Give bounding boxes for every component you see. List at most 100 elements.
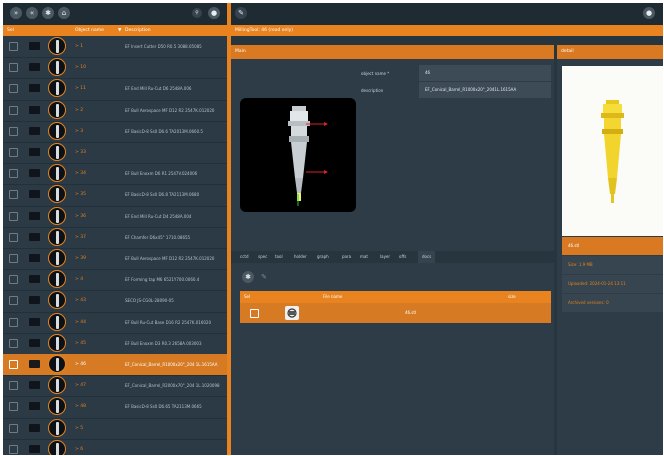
object-name: > 11 [75, 86, 86, 92]
row-checkbox[interactable] [9, 84, 18, 94]
email-icon[interactable] [29, 84, 40, 93]
tab-docs[interactable]: docs [418, 251, 436, 263]
table-row[interactable]: > 46 EF_Conical_Barrel_R1000x20°_204 1L.1… [3, 354, 227, 377]
tab-tool[interactable]: tool [275, 251, 283, 263]
email-icon[interactable] [29, 444, 40, 453]
object-description: EF BasicD-8 Ss0 D6.8 TA2113M.0680 [125, 192, 200, 198]
row-checkbox[interactable] [9, 296, 18, 306]
filter-icon[interactable]: ▼ [118, 25, 121, 36]
row-checkbox[interactable] [9, 126, 18, 136]
email-icon[interactable] [29, 148, 40, 156]
row-checkbox[interactable] [9, 63, 18, 73]
col-sel[interactable]: Sel [7, 25, 14, 36]
table-row[interactable]: > 3 EF BasicD-8 Ss0 D6.6 TA2013M.0660.5 [3, 121, 227, 143]
table-row[interactable]: > 33 [3, 142, 227, 165]
row-checkbox[interactable] [9, 190, 18, 200]
table-row[interactable]: > 39 EF Bull Aerospace MF D12 R2 2547K.01… [3, 248, 227, 271]
col-size[interactable]: size [508, 291, 516, 303]
col-sel[interactable]: Sel [244, 291, 250, 303]
table-row[interactable]: > 5 [3, 418, 227, 440]
email-icon[interactable] [29, 63, 40, 72]
settings-icon[interactable]: ✱ [42, 7, 54, 19]
edit-icon[interactable]: ✎ [258, 271, 270, 283]
description-field[interactable]: EF_Conical_Barrel_R1000x20°_2041L.1615AA [419, 82, 551, 98]
row-checkbox[interactable] [9, 275, 18, 285]
col-object-name[interactable]: Object name [75, 25, 104, 36]
row-checkbox[interactable] [9, 444, 18, 454]
tab-graph[interactable]: graph [317, 251, 329, 263]
tab-para[interactable]: para [342, 251, 351, 263]
row-checkbox[interactable] [9, 402, 18, 412]
col-description[interactable]: Description [125, 25, 151, 36]
table-row[interactable]: > 10 [3, 57, 227, 80]
email-icon[interactable] [29, 190, 40, 199]
email-icon[interactable] [29, 254, 40, 262]
tool-3d-preview[interactable] [240, 98, 356, 212]
row-checkbox[interactable] [9, 211, 18, 221]
table-row[interactable]: > 1 EF Insert Cutter D50 R0.5 3088.05085 [3, 36, 227, 59]
table-row[interactable]: > 2 EF Bull Aerospace MF D12 R2 2547K.012… [3, 100, 227, 122]
collapse-all-icon[interactable]: « [26, 7, 38, 19]
tool-thumbnail-icon [48, 333, 66, 352]
email-icon[interactable] [29, 42, 40, 50]
table-row[interactable]: > 11 EF End Mill Ru-Cut D6 2548A.006 [3, 78, 227, 101]
email-icon[interactable] [29, 232, 40, 241]
row-checkbox[interactable] [9, 338, 18, 348]
object-description: EF Bull Enoxm D6 R1 2547V.024006 [125, 171, 198, 177]
object-name: > 43 [75, 298, 86, 304]
tool-render-image[interactable] [562, 66, 663, 236]
table-row[interactable]: > 48 EF BasicD-8 Ss0 D6.65 TA2113M.0665 [3, 396, 227, 419]
col-file-name[interactable]: File name [323, 291, 342, 303]
table-row[interactable]: > 34 EF Bull Enoxm D6 R1 2547V.024006 [3, 163, 227, 186]
tab-cctd[interactable]: cctd [240, 251, 249, 263]
email-icon[interactable] [29, 338, 40, 347]
email-icon[interactable] [29, 105, 40, 114]
gear-icon[interactable]: ✱ [242, 271, 254, 283]
table-row[interactable]: > 47 EF_Conical_Barrel_R2000x70°_204 1L.1… [3, 375, 227, 398]
table-row[interactable]: 46.stl [240, 303, 551, 323]
email-icon[interactable] [29, 275, 40, 284]
table-row[interactable]: > 43 SECO JS-CG0L-28090-05 [3, 290, 227, 313]
table-row[interactable]: > 45 EF Bull Enoxm D3 R0.3 2658A.003003 [3, 333, 227, 355]
table-row[interactable]: > 4 EF Forming tap M6 6521Y700.0060.4 [3, 269, 227, 292]
row-checkbox[interactable] [9, 169, 18, 179]
row-checkbox[interactable] [9, 148, 18, 157]
edit-icon[interactable]: ✎ [235, 7, 247, 19]
tab-holder[interactable]: holder [294, 251, 307, 263]
table-row[interactable]: > 6 [3, 439, 227, 455]
home-icon[interactable]: ⌂ [58, 7, 70, 19]
tab-spec[interactable]: spec [258, 251, 267, 263]
email-icon[interactable] [29, 211, 40, 220]
email-icon[interactable] [29, 402, 40, 411]
search-icon[interactable]: ⚲ [192, 8, 202, 18]
row-checkbox[interactable] [9, 423, 18, 433]
row-checkbox[interactable] [9, 232, 18, 242]
email-icon[interactable] [29, 423, 40, 432]
row-checkbox[interactable] [9, 360, 18, 369]
main-header: Main [231, 45, 554, 59]
row-checkbox[interactable] [9, 254, 18, 263]
email-icon[interactable] [29, 126, 40, 135]
table-row[interactable]: > 37 EF Chamfer D6x45° 1710.08655 [3, 227, 227, 249]
expand-all-icon[interactable]: » [10, 7, 22, 19]
row-checkbox[interactable] [9, 105, 18, 115]
email-icon[interactable] [29, 296, 40, 305]
tab-mat[interactable]: mat [360, 251, 368, 263]
email-icon[interactable] [29, 317, 40, 326]
object-name-field[interactable]: 46 [419, 65, 551, 81]
email-icon[interactable] [29, 381, 40, 390]
email-icon[interactable] [29, 360, 40, 368]
more-icon[interactable]: ● [208, 7, 220, 19]
object-description: EF BasicD-8 Ss0 D6.6 TA2013M.0660.5 [125, 128, 203, 134]
more-icon[interactable]: ● [643, 7, 655, 19]
tab-layer[interactable]: layer [380, 251, 390, 263]
row-checkbox[interactable] [9, 42, 18, 51]
row-checkbox[interactable] [9, 317, 18, 327]
table-row[interactable]: > 35 EF BasicD-8 Ss0 D6.8 TA2113M.0680 [3, 184, 227, 207]
row-checkbox[interactable] [250, 309, 259, 318]
email-icon[interactable] [29, 169, 40, 178]
table-row[interactable]: > 44 EF Bull Ru-Cut Base D16 R2 2547K.016… [3, 312, 227, 334]
table-row[interactable]: > 36 EF End Mill Ru-Cut D4 2548A.004 [3, 206, 227, 228]
row-checkbox[interactable] [9, 381, 18, 391]
tab-offs[interactable]: offs [399, 251, 406, 263]
